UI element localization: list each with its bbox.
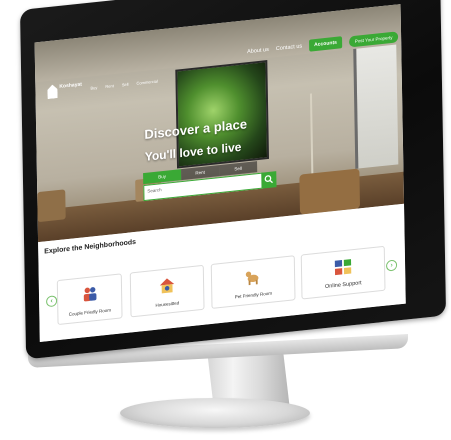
house-sitting-icon [159,278,175,294]
house-logo-icon [47,84,57,99]
neighborhood-card[interactable]: Online Support [300,245,386,300]
search-button[interactable] [261,171,277,189]
website-screen: Koshayat Buy Rent Sell Commercial About … [34,4,406,342]
search-placeholder: Search [147,187,162,194]
card-label: Pet Friendly Room [234,290,273,300]
search-icon [264,175,273,184]
nav-commercial[interactable]: Commercial [136,79,157,86]
hero-window-right [353,44,399,169]
armchair [299,168,361,215]
hero-section: Koshayat Buy Rent Sell Commercial About … [34,4,405,243]
main-nav: Buy Rent Sell Commercial [90,79,157,91]
neighborhood-card[interactable]: Housesitted [129,264,205,318]
nav-rent[interactable]: Rent [105,83,114,89]
card-label: Online Support [324,280,362,291]
logo-text: Koshayat [59,81,82,90]
about-link[interactable]: About us [247,47,269,55]
monitor-bezel: Koshayat Buy Rent Sell Commercial About … [20,0,447,360]
contact-link[interactable]: Contact us [276,43,302,52]
carousel-prev-button[interactable]: ‹ [46,295,58,308]
neighborhood-card[interactable]: Pet Friendly Room [210,255,296,309]
section-title: Explore the Neighborhoods [44,238,137,256]
site-logo[interactable]: Koshayat [47,82,82,99]
dog-icon [245,271,259,286]
carousel-next-button[interactable]: › [385,259,398,272]
card-label: Couple Friedly Room [68,307,112,317]
nav-buy[interactable]: Buy [90,85,97,91]
online-support-icon [334,259,352,276]
neighborhood-card[interactable]: Couple Friedly Room [56,273,123,326]
monitor-mockup: Koshayat Buy Rent Sell Commercial About … [0,0,451,440]
floor-lamp [309,93,314,184]
sofa [37,189,66,223]
monitor-stand-base [120,398,310,428]
nav-sell[interactable]: Sell [122,82,129,88]
card-label: Housesitted [155,300,180,308]
couple-icon [83,287,96,302]
